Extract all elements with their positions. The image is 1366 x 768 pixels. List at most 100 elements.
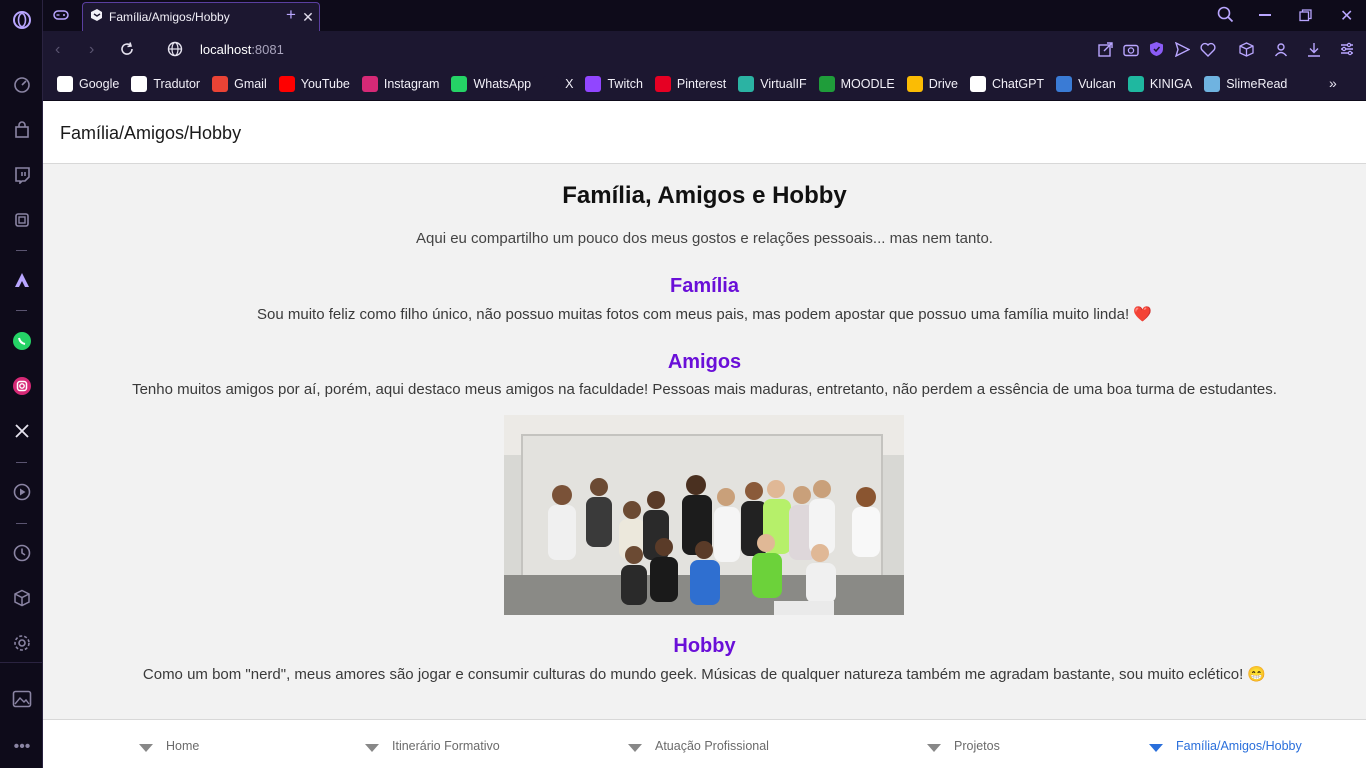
- page-header: Família/Amigos/Hobby: [43, 101, 1366, 164]
- sidebar-divider: [0, 662, 43, 663]
- url-field[interactable]: localhost:8081: [200, 42, 284, 57]
- extensions-icon[interactable]: [1239, 42, 1254, 62]
- restore-icon[interactable]: [1299, 9, 1312, 27]
- tab-search-icon[interactable]: [1217, 6, 1234, 28]
- history-clock-icon[interactable]: [11, 542, 33, 564]
- twitch-icon[interactable]: [11, 164, 33, 186]
- favicon-icon: [89, 8, 103, 27]
- moodle-icon: [818, 76, 835, 92]
- x-icon[interactable]: [11, 420, 33, 442]
- tab-strip: Família/Amigos/Hobby ✕ + ✕: [43, 0, 1366, 31]
- bookmark-label: Gmail: [234, 77, 267, 91]
- bookmark-chatgpt[interactable]: ChatGPT: [969, 76, 1045, 92]
- nav-item-atuacao[interactable]: Atuação Profissional: [628, 739, 769, 753]
- kiniga-icon: [1127, 76, 1144, 92]
- more-icon[interactable]: •••: [11, 736, 33, 758]
- site-info-globe-icon[interactable]: [167, 41, 183, 62]
- forward-icon[interactable]: ›: [89, 41, 94, 59]
- bookmark-gmail[interactable]: Gmail: [212, 76, 267, 92]
- section-text-hobby: Como um bom "nerd", meus amores são joga…: [142, 666, 1267, 683]
- nav-label: Projetos: [954, 739, 1000, 753]
- whatsapp-icon[interactable]: [11, 330, 33, 352]
- tab-close-icon[interactable]: ✕: [297, 9, 319, 26]
- sidebar-divider: [16, 250, 27, 251]
- opera-logo-icon[interactable]: [11, 9, 33, 31]
- gmail-icon: [212, 76, 229, 92]
- bookmarks-bar: Google Tradutor Gmail YouTube Instagram Whats…: [43, 68, 1366, 100]
- sidebar-divider: [16, 462, 27, 463]
- bookmark-label: Drive: [928, 77, 958, 91]
- reload-icon[interactable]: [119, 41, 135, 62]
- bookmarks-overflow-icon[interactable]: »: [1329, 75, 1337, 91]
- bookmark-drive[interactable]: Drive: [906, 76, 958, 92]
- header-title: Família/Amigos/Hobby: [60, 123, 242, 143]
- tab-active[interactable]: Família/Amigos/Hobby ✕: [82, 2, 320, 31]
- bookmark-instagram[interactable]: Instagram: [361, 76, 439, 92]
- close-window-icon[interactable]: ✕: [1340, 6, 1353, 26]
- snapshot-camera-icon[interactable]: [1123, 42, 1139, 62]
- extensions-cube-icon[interactable]: [11, 587, 33, 609]
- nav-item-itinerario[interactable]: Itinerário Formativo: [365, 739, 500, 753]
- workspaces-gamepad-icon[interactable]: [53, 7, 69, 28]
- player-icon[interactable]: [11, 481, 33, 503]
- nav-item-home[interactable]: Home: [139, 739, 199, 753]
- shopping-bag-icon[interactable]: [11, 119, 33, 141]
- bookmark-vulcan[interactable]: Vulcan: [1056, 76, 1116, 92]
- bookmark-label: KINIGA: [1149, 77, 1193, 91]
- back-icon[interactable]: ‹: [55, 41, 60, 59]
- bookmark-label: Twitch: [607, 77, 643, 91]
- bookmark-moodle[interactable]: MOODLE: [818, 76, 895, 92]
- heart-icon[interactable]: [1200, 42, 1216, 62]
- bookmark-slimeread[interactable]: SlimeRead: [1204, 76, 1287, 92]
- aria-icon[interactable]: [11, 269, 33, 291]
- share-icon[interactable]: [1098, 42, 1113, 62]
- section-text-familia: Sou muito feliz como filho único, não po…: [257, 306, 1152, 323]
- bookmark-label: Tradutor: [153, 77, 201, 91]
- new-tab-plus-icon[interactable]: +: [286, 5, 296, 25]
- slimeread-icon: [1204, 76, 1221, 92]
- bookmark-twitch[interactable]: Twitch: [585, 76, 643, 92]
- nav-item-projetos[interactable]: Projetos: [927, 739, 1000, 753]
- section-title-familia: Família: [670, 275, 739, 297]
- cpu-icon[interactable]: [11, 209, 33, 231]
- nav-arrow-icon: [927, 744, 941, 752]
- tab-title: Família/Amigos/Hobby: [109, 10, 230, 24]
- nav-arrow-icon: [628, 744, 642, 752]
- bookmark-google[interactable]: Google: [57, 76, 119, 92]
- download-icon[interactable]: [1307, 42, 1321, 62]
- bookmark-youtube[interactable]: YouTube: [278, 76, 350, 92]
- virtualif-icon: [738, 76, 755, 92]
- sidebar-divider: [16, 523, 27, 524]
- browser-sidebar: •••: [0, 0, 43, 768]
- chatgpt-icon: [969, 76, 986, 92]
- bookmark-label: Google: [79, 77, 120, 91]
- bookmark-label: VirtualIF: [760, 77, 807, 91]
- bookmark-label: YouTube: [300, 77, 350, 91]
- bookmark-label: SlimeRead: [1226, 77, 1288, 91]
- bookmark-whatsapp[interactable]: WhatsApp: [451, 76, 531, 92]
- web-page: Família/Amigos/Hobby Família, Amigos e H…: [43, 101, 1366, 768]
- minimize-icon[interactable]: [1259, 14, 1271, 16]
- nav-item-familia[interactable]: Família/Amigos/Hobby: [1149, 739, 1302, 753]
- vpn-shield-icon[interactable]: [1149, 41, 1164, 62]
- account-icon[interactable]: [1274, 42, 1288, 62]
- instagram-icon[interactable]: [11, 375, 33, 397]
- bookmark-kiniga[interactable]: KINIGA: [1127, 76, 1193, 92]
- bookmark-label: ChatGPT: [991, 77, 1045, 91]
- whatsapp-icon: [451, 76, 468, 92]
- bookmark-label: WhatsApp: [473, 77, 532, 91]
- gallery-icon[interactable]: [11, 688, 33, 710]
- google-icon: [57, 76, 73, 92]
- bookmark-pinterest[interactable]: Pinterest: [654, 76, 726, 92]
- send-icon[interactable]: [1174, 41, 1191, 62]
- bookmark-tradutor[interactable]: Tradutor: [131, 76, 200, 92]
- speed-dial-icon[interactable]: [11, 74, 33, 96]
- friends-group-photo: [504, 415, 904, 615]
- bookmark-virtualif[interactable]: VirtualIF: [738, 76, 807, 92]
- settings-gear-icon[interactable]: [11, 632, 33, 654]
- section-text-amigos: Tenho muitos amigos por aí, porém, aqui …: [132, 381, 1277, 398]
- easy-setup-icon[interactable]: [1340, 42, 1354, 61]
- address-bar: ‹ › localhost:8081: [43, 31, 1366, 68]
- x-icon: [543, 76, 560, 92]
- bookmark-x[interactable]: X: [543, 76, 573, 92]
